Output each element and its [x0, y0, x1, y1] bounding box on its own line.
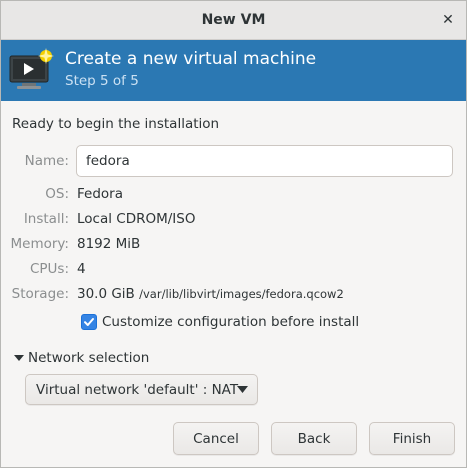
- cancel-button[interactable]: Cancel: [173, 422, 259, 455]
- network-combo[interactable]: Virtual network 'default' : NAT: [25, 374, 258, 405]
- os-value: Fedora: [77, 186, 123, 202]
- customize-checkbox[interactable]: [81, 314, 97, 330]
- cpus-value: 4: [77, 261, 86, 277]
- memory-value: 8192 MiB: [77, 236, 141, 252]
- install-value: Local CDROM/ISO: [77, 211, 196, 227]
- os-label: OS:: [45, 186, 69, 202]
- network-selection-expander[interactable]: Network selection: [13, 349, 149, 367]
- titlebar[interactable]: New VM ✕: [1, 1, 466, 40]
- close-icon[interactable]: ✕: [438, 10, 458, 30]
- name-label: Name:: [24, 153, 69, 169]
- storage-value: 30.0 GiB /var/lib/libvirt/images/fedora.…: [77, 286, 344, 302]
- vm-screen-new-icon: [9, 48, 54, 89]
- window-title: New VM: [201, 12, 266, 28]
- storage-label: Storage:: [11, 286, 69, 302]
- memory-label: Memory:: [10, 236, 69, 252]
- network-selection-label: Network selection: [28, 350, 150, 366]
- checkmark-icon: [84, 318, 94, 326]
- back-button[interactable]: Back: [271, 422, 357, 455]
- network-combo-value: Virtual network 'default' : NAT: [36, 381, 239, 398]
- customize-checkbox-row[interactable]: Customize configuration before install: [81, 313, 359, 331]
- new-vm-dialog: New VM ✕ Create a new virtual machine St…: [0, 0, 467, 468]
- storage-path: /var/lib/libvirt/images/fedora.qcow2: [139, 287, 344, 301]
- wizard-title: Create a new virtual machine: [65, 49, 317, 69]
- triangle-down-icon: [14, 355, 24, 361]
- wizard-step: Step 5 of 5: [65, 73, 139, 89]
- dropdown-arrow-icon: [237, 386, 248, 393]
- wizard-header: Create a new virtual machine Step 5 of 5: [1, 40, 466, 101]
- finish-button[interactable]: Finish: [369, 422, 455, 455]
- ready-heading: Ready to begin the installation: [12, 116, 220, 132]
- storage-size: 30.0 GiB: [77, 286, 135, 302]
- install-label: Install:: [23, 211, 69, 227]
- customize-label: Customize configuration before install: [102, 314, 360, 330]
- name-field[interactable]: [76, 145, 453, 177]
- cpus-label: CPUs:: [29, 261, 69, 277]
